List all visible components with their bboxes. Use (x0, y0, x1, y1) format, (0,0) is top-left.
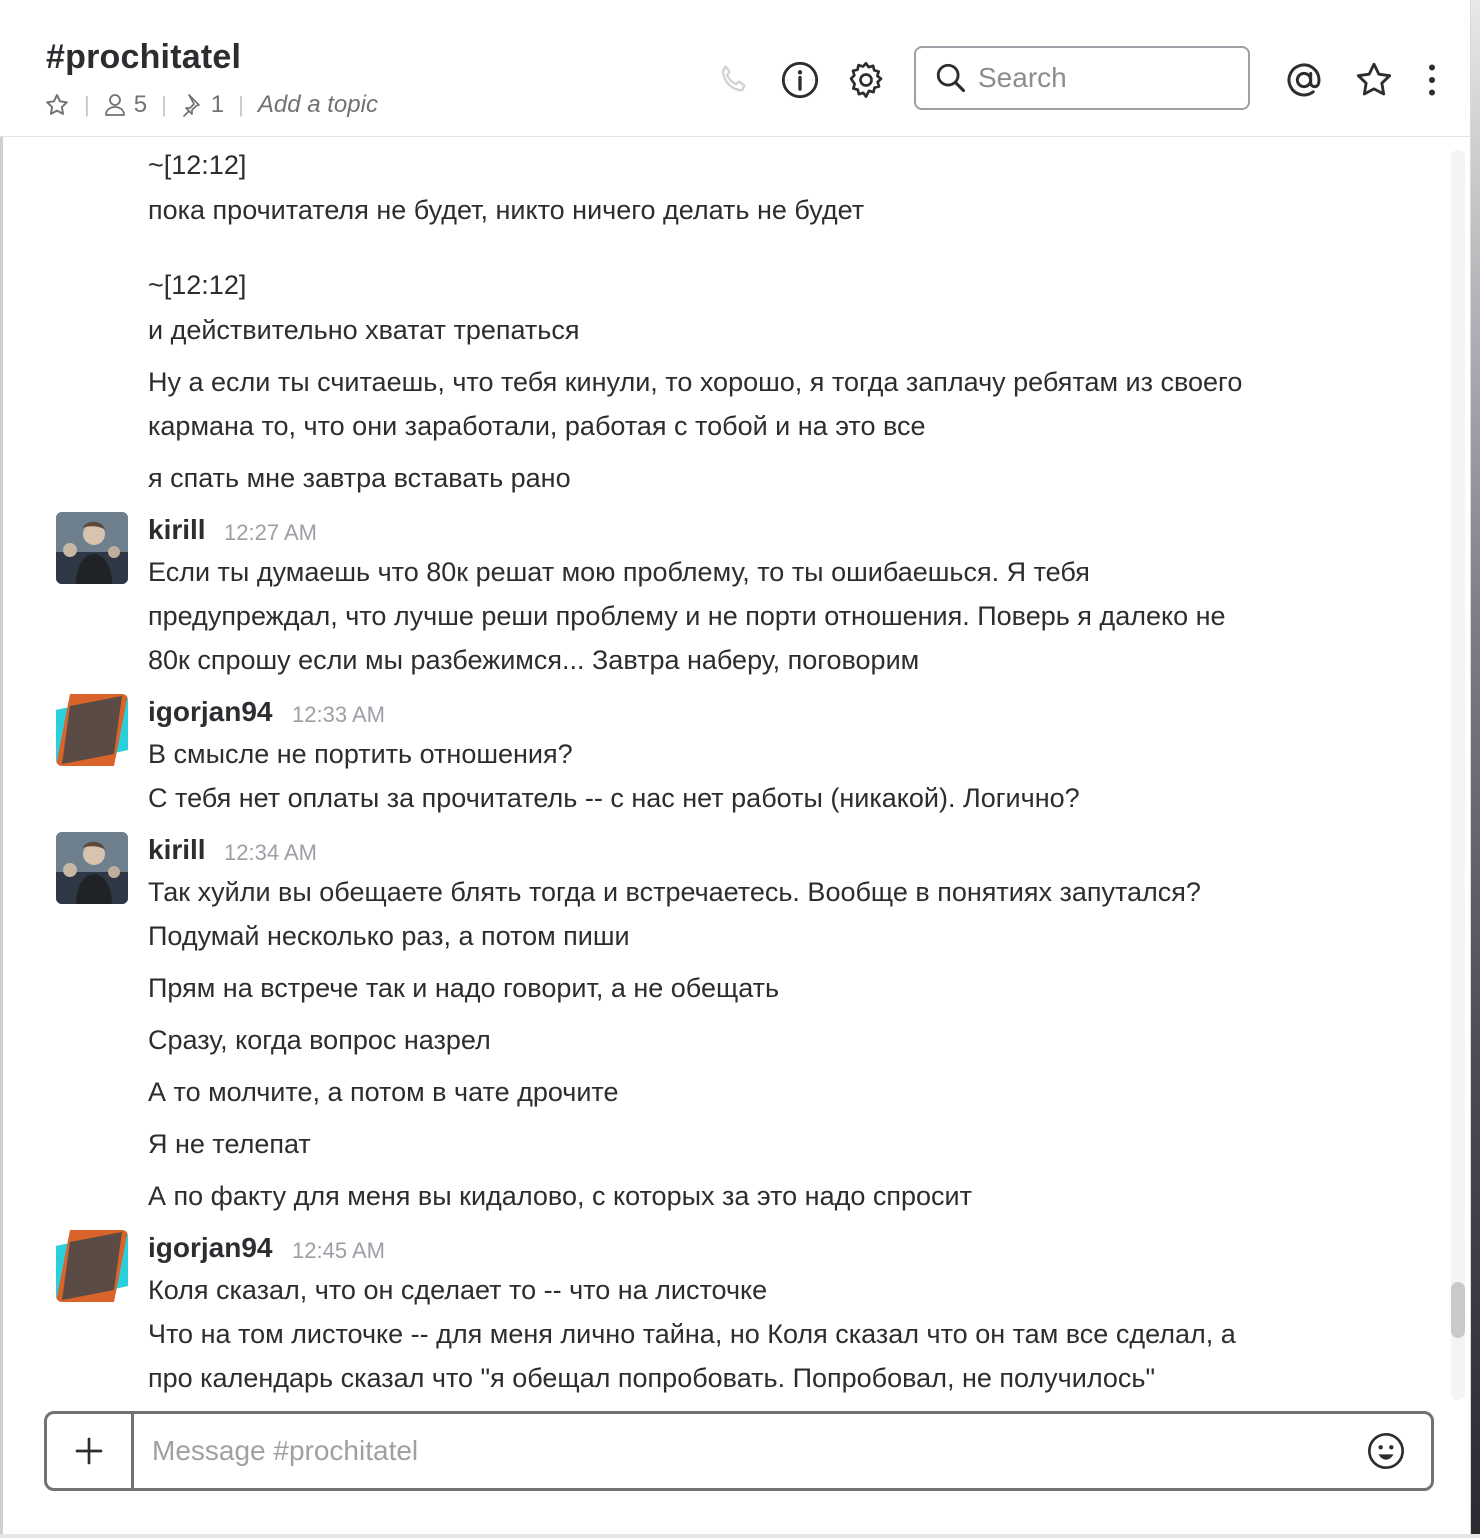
message-text: Так хуйли вы обещаете блять тогда и встр… (148, 877, 1201, 907)
avatar[interactable] (56, 512, 128, 584)
message-text: Что на том листочке -- для меня лично та… (148, 1319, 1236, 1349)
channel-title[interactable]: #prochitatel (46, 38, 241, 77)
identicon-icon (56, 694, 128, 766)
scrollbar-track[interactable] (1451, 150, 1465, 1400)
star-icon[interactable] (1352, 58, 1396, 102)
search-box[interactable] (914, 46, 1250, 110)
message-timestamp[interactable]: 12:45 AM (292, 1238, 385, 1264)
message-username[interactable]: igorjan94 (148, 1232, 272, 1264)
message-text: про календарь сказал что "я обещал попро… (148, 1363, 1156, 1393)
message-text: Коля сказал, что он сделает то -- что на… (148, 1275, 768, 1305)
message-input[interactable] (134, 1414, 1341, 1488)
gear-icon[interactable] (844, 58, 888, 102)
pinned-count[interactable]: 1 (211, 91, 224, 119)
identicon-icon (56, 1230, 128, 1302)
message-text: Сразу, когда вопрос назрел (148, 1025, 491, 1055)
meta-separator: | (84, 92, 90, 117)
info-icon[interactable] (778, 58, 822, 102)
add-attachment-button[interactable] (47, 1414, 134, 1488)
smiley-icon (1368, 1433, 1404, 1469)
avatar[interactable] (56, 1230, 128, 1302)
meta-separator: | (161, 92, 167, 117)
pin-icon[interactable] (181, 93, 203, 117)
message-text: и действительно хватат трепаться (148, 315, 580, 345)
message-timestamp[interactable]: 12:27 AM (224, 520, 317, 546)
at-icon[interactable] (1282, 58, 1326, 102)
more-vertical-icon[interactable] (1410, 58, 1454, 102)
message-username[interactable]: kirill (148, 834, 206, 866)
message-text: Я не телепат (148, 1129, 311, 1159)
meta-separator: | (238, 92, 244, 117)
desktop-background (1471, 0, 1480, 1538)
message-text: А по факту для меня вы кидалово, с котор… (148, 1181, 972, 1211)
message-composer (44, 1411, 1434, 1491)
star-outline-icon[interactable] (44, 92, 70, 118)
message-text: А то молчите, а потом в чате дрочите (148, 1077, 619, 1107)
scrollbar-thumb[interactable] (1451, 1282, 1465, 1338)
add-topic-link[interactable]: Add a topic (258, 91, 378, 119)
message-text: С тебя нет оплаты за прочитатель -- с на… (148, 783, 1080, 813)
member-count[interactable]: 5 (134, 91, 147, 119)
window-bottom-edge (0, 1534, 1480, 1538)
emoji-button[interactable] (1341, 1414, 1431, 1488)
message-text: кармана то, что они заработали, работая … (148, 411, 926, 441)
message-text: Если ты думаешь что 80к решат мою пробле… (148, 557, 1090, 587)
search-input[interactable] (976, 61, 1220, 95)
chat-window: #prochitatel | 5 | 1 | Add a topic Searc… (0, 0, 1471, 1534)
message-text: ~[12:12] (148, 270, 247, 300)
message-timestamp[interactable]: 12:34 AM (224, 840, 317, 866)
search-icon (934, 61, 968, 95)
message-username[interactable]: igorjan94 (148, 696, 272, 728)
phone-icon[interactable] (712, 58, 756, 102)
user-photo-icon (56, 832, 128, 904)
channel-meta: | 5 | 1 | Add a topic (44, 90, 378, 120)
message-text: Прям на встрече так и надо говорит, а не… (148, 973, 780, 1003)
message-text: 80к спрошу если мы разбежимся... Завтра … (148, 645, 920, 675)
message-text: ~[12:12] (148, 150, 247, 180)
message-text: Подумай несколько раз, а потом пиши (148, 921, 630, 951)
avatar[interactable] (56, 694, 128, 766)
person-icon[interactable] (104, 93, 126, 117)
plus-icon (75, 1437, 103, 1465)
message-text: Ну а если ты считаешь, что тебя кинули, … (148, 367, 1243, 397)
message-text: пока прочитателя не будет, никто ничего … (148, 195, 865, 225)
user-photo-icon (56, 512, 128, 584)
message-username[interactable]: kirill (148, 514, 206, 546)
message-text: предупреждал, что лучше реши проблему и … (148, 601, 1226, 631)
message-text: я спать мне завтра вставать рано (148, 463, 571, 493)
channel-header: #prochitatel | 5 | 1 | Add a topic (0, 0, 1470, 137)
message-timestamp[interactable]: 12:33 AM (292, 702, 385, 728)
message-list[interactable]: ~[12:12] пока прочитателя не будет, никт… (0, 137, 1450, 1403)
message-text: В смысле не портить отношения? (148, 739, 573, 769)
avatar[interactable] (56, 832, 128, 904)
